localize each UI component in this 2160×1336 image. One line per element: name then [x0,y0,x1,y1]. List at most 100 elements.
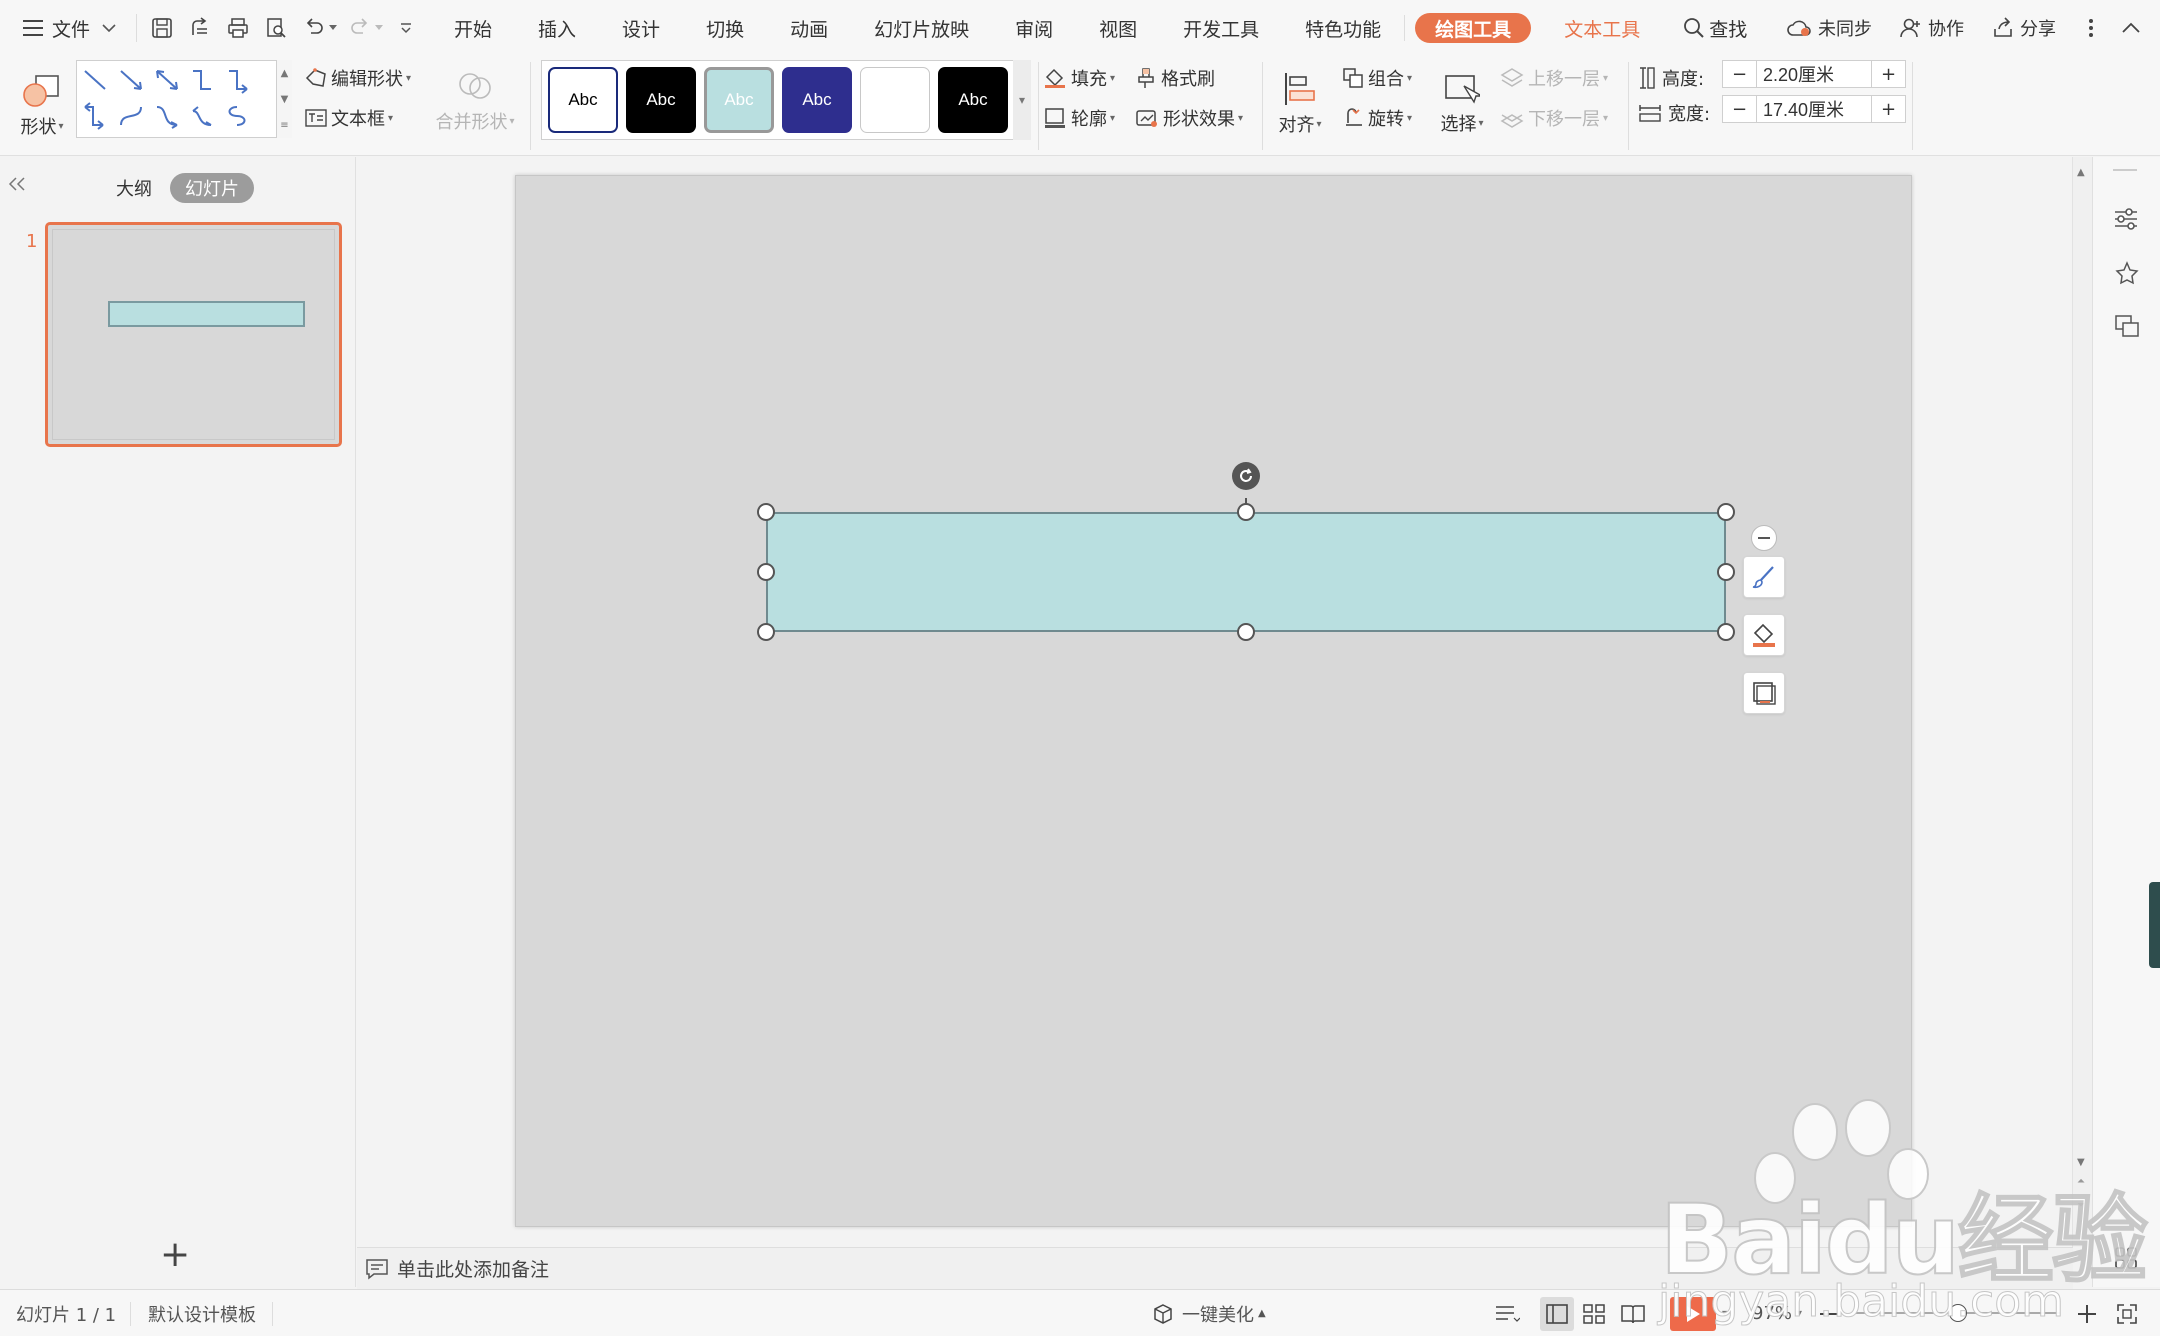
collapse-float-toolbar-button[interactable] [1751,525,1777,551]
format-painter-button[interactable]: 格式刷 [1135,66,1215,90]
slide-thumbnail-1[interactable] [45,222,342,447]
send-backward-button[interactable]: 下移一层 ▾ [1500,106,1608,130]
outline-tab[interactable]: 大纲 [104,173,164,203]
style-swatch-1[interactable]: Abc [548,67,618,133]
shape-button[interactable]: 形状 ▾ [14,62,70,150]
save-button[interactable] [143,0,181,56]
selected-rectangle-shape[interactable] [766,512,1726,632]
merge-shape-button[interactable]: 合并形状 ▾ [434,60,516,144]
grid-menu-button[interactable] [2115,1247,2137,1273]
customize-quick-access-button[interactable] [391,0,421,56]
rotate-button[interactable]: 旋转 ▾ [1342,106,1412,130]
tab-transition[interactable]: 切换 [683,0,767,56]
shape-style-gallery[interactable]: Abc Abc Abc Abc Abc [541,60,1031,140]
collapse-panel-button[interactable] [8,175,26,195]
style-swatch-2[interactable]: Abc [626,67,696,133]
resize-handle-top-left[interactable] [757,503,775,521]
file-menu[interactable]: 文件 [0,0,130,56]
side-widget-tab[interactable] [2149,882,2160,968]
play-slideshow-button[interactable]: ▾ [1670,1290,1727,1336]
sync-status-button[interactable]: 未同步 [1772,0,1886,56]
resize-handle-bottom-right[interactable] [1717,623,1735,641]
outline-button[interactable]: 轮廓 ▾ [1043,106,1115,130]
width-input[interactable]: 17.40厘米 [1757,96,1871,122]
next-slide-icon[interactable]: ⏷ [2077,1201,2085,1211]
height-input[interactable]: 2.20厘米 [1757,61,1871,87]
resize-handle-right[interactable] [1717,563,1735,581]
tab-animation[interactable]: 动画 [767,0,851,56]
tab-view[interactable]: 视图 [1076,0,1160,56]
textbox-button[interactable]: 文本框 ▾ [305,106,393,130]
width-increase-button[interactable]: + [1871,96,1905,122]
vertical-scrollbar[interactable]: ▲ ▼ ⏶ ⏷ [2072,157,2092,1247]
tab-start[interactable]: 开始 [431,0,515,56]
tab-insert[interactable]: 插入 [515,0,599,56]
style-swatch-5[interactable] [860,67,930,133]
normal-view-button[interactable] [1540,1290,1574,1336]
slides-tab[interactable]: 幻灯片 [170,173,254,203]
chevron-down-icon[interactable]: ▾ [1722,1308,1727,1319]
properties-button[interactable] [2113,207,2139,235]
undo-dropdown-icon[interactable] [329,25,338,31]
tab-slideshow[interactable]: 幻灯片放映 [851,0,992,56]
share-button[interactable]: 分享 [1978,0,2070,56]
collaborate-button[interactable]: 协作 [1886,0,1978,56]
slide-sorter-button[interactable] [1582,1290,1606,1336]
shape-outline-float-button[interactable] [1743,672,1785,714]
reading-view-button[interactable] [1620,1290,1646,1336]
shape-gallery-scroll[interactable]: ▲ ▼ ≡ [276,60,292,138]
align-button[interactable]: 对齐 ▾ [1274,62,1326,146]
redo-dropdown-icon[interactable] [375,25,384,31]
shape-style-float-button[interactable] [1743,556,1785,598]
resize-handle-bottom[interactable] [1237,623,1255,641]
beautify-button[interactable]: 一键美化 ▲ [1152,1290,1266,1336]
previous-slide-icon[interactable]: ⏶ [2077,1177,2085,1187]
zoom-in-button[interactable] [2078,1290,2096,1336]
resize-handle-bottom-left[interactable] [757,623,775,641]
group-button[interactable]: 组合 ▾ [1342,66,1412,90]
style-swatch-4[interactable]: Abc [782,67,852,133]
tab-special-features[interactable]: 特色功能 [1282,0,1404,56]
height-increase-button[interactable]: + [1871,61,1905,87]
height-spinbox[interactable]: − 2.20厘米 + [1722,60,1906,88]
style-gallery-expand[interactable]: ▾ [1013,60,1031,140]
undo-button[interactable] [295,0,341,56]
fill-button[interactable]: 填充 ▾ [1043,66,1115,90]
edit-shape-button[interactable]: 编辑形状 ▾ [305,66,411,90]
resize-handle-left[interactable] [757,563,775,581]
zoom-slider[interactable] [1856,1304,2060,1322]
tab-design[interactable]: 设计 [599,0,683,56]
tab-review[interactable]: 审阅 [992,0,1076,56]
select-button[interactable]: 选择 ▾ [1436,62,1488,146]
resize-handle-top[interactable] [1237,503,1255,521]
notes-placeholder[interactable]: 单击此处添加备注 [397,1255,549,1282]
design-template-label[interactable]: 默认设计模板 [148,1290,256,1336]
zoom-slider-knob[interactable] [1949,1304,1967,1322]
zoom-out-button[interactable] [1820,1290,1838,1336]
height-decrease-button[interactable]: − [1723,61,1757,87]
scroll-down-icon[interactable]: ▼ [2077,1157,2085,1168]
more-options-button[interactable] [2070,0,2112,56]
fit-window-button[interactable] [2116,1290,2138,1336]
print-button[interactable] [219,0,257,56]
shape-fill-float-button[interactable] [1743,614,1785,656]
redo-button[interactable] [341,0,391,56]
export-button[interactable] [181,0,219,56]
style-swatch-6[interactable]: Abc [938,67,1008,133]
width-spinbox[interactable]: − 17.40厘米 + [1722,95,1906,123]
slide-canvas[interactable] [515,175,1912,1227]
shape-gallery[interactable] [76,60,292,138]
bring-forward-button[interactable]: 上移一层 ▾ [1500,66,1608,90]
find-button[interactable]: 查找 [1663,0,1770,56]
rotate-handle[interactable] [1232,462,1260,490]
style-swatch-3[interactable]: Abc [704,67,774,133]
notes-toggle-button[interactable] [1494,1290,1520,1336]
tab-drawing-tools[interactable]: 绘图工具 [1415,13,1532,43]
collapse-ribbon-button[interactable] [2112,0,2160,56]
zoom-level-button[interactable]: 97% ▾ [1752,1290,1802,1336]
slide-switch-button[interactable] [2114,313,2140,343]
print-preview-button[interactable] [257,0,295,56]
tab-developer[interactable]: 开发工具 [1160,0,1282,56]
notes-pane[interactable]: 单击此处添加备注 [357,1247,2073,1289]
animation-pane-button[interactable] [2115,261,2139,291]
